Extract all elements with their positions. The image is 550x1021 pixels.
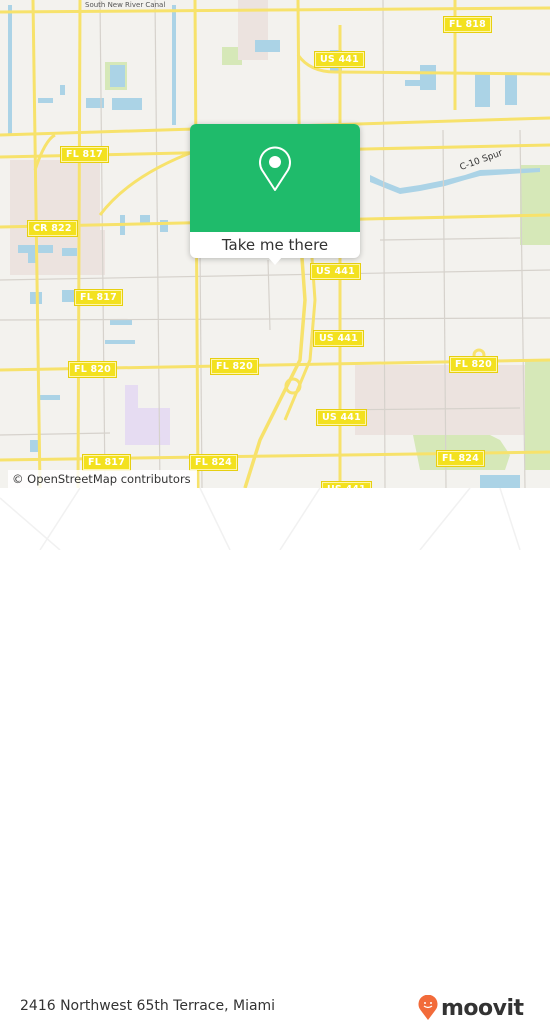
popup-header[interactable] [190, 124, 360, 232]
road-shield: US 441 [314, 331, 363, 346]
location-popup[interactable]: Take me there [190, 124, 360, 265]
footer: 2416 Northwest 65th Terrace, Miami moovi… [0, 488, 550, 1021]
moovit-pin-icon [418, 995, 438, 1020]
map-view[interactable]: South New River Canal C-10 Spur FL 818 U… [0, 0, 550, 488]
road-shield: FL 820 [211, 359, 258, 374]
road-shield: US 441 [317, 410, 366, 425]
map-pin-icon [259, 146, 291, 191]
road-shield: FL 824 [437, 451, 484, 466]
map-attribution[interactable]: © OpenStreetMap contributors [8, 470, 197, 488]
brand-name: moovit [441, 995, 524, 1021]
footer-pattern [0, 488, 521, 550]
road-shield: US 441 [311, 264, 360, 279]
popup-pointer [267, 256, 283, 265]
road-shield: US 441 [315, 52, 364, 67]
road-shield: FL 818 [444, 17, 491, 32]
road-shield: FL 820 [450, 357, 497, 372]
moovit-logo[interactable]: moovit [418, 995, 524, 1021]
road-shield: CR 822 [28, 221, 77, 236]
address-text: 2416 Northwest 65th Terrace, Miami [20, 998, 276, 1014]
road-shield: FL 817 [83, 455, 130, 470]
road-shield: FL 820 [69, 362, 116, 377]
road-shield: FL 824 [190, 455, 237, 470]
canal-label-top: South New River Canal [85, 1, 166, 9]
take-me-there-button[interactable]: Take me there [190, 232, 360, 258]
road-shield: FL 817 [61, 147, 108, 162]
road-shield: FL 817 [75, 290, 122, 305]
